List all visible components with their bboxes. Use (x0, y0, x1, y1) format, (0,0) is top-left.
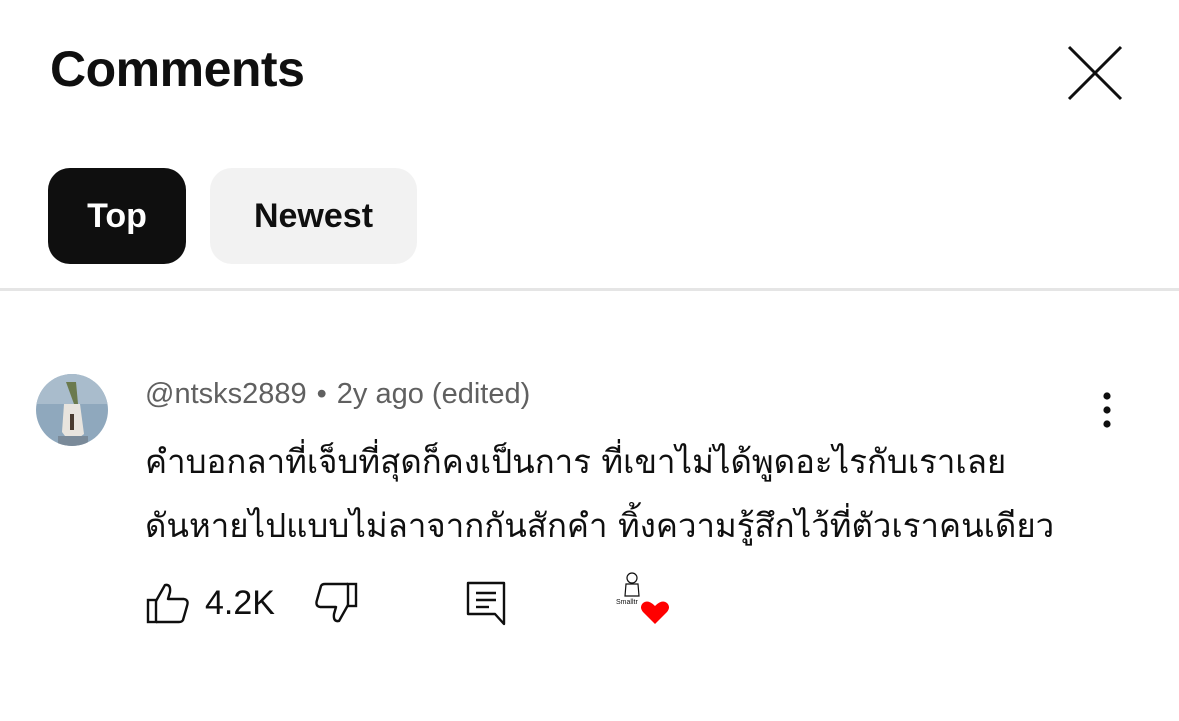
thumbs-up-icon (146, 583, 189, 624)
comments-header: Comments (0, 0, 1179, 150)
avatar[interactable] (36, 374, 108, 446)
author-handle[interactable]: @ntsks2889 (145, 378, 307, 410)
comment-age: 2y ago (edited) (336, 378, 531, 410)
page-title: Comments (50, 41, 305, 97)
more-button[interactable] (1090, 386, 1124, 434)
comment-meta: @ntsks2889 • 2y ago (edited) (145, 378, 530, 411)
chip-top[interactable]: Top (48, 168, 186, 264)
comment-actions: 4.2K Smalltr (0, 572, 1179, 640)
reply-button[interactable] (465, 580, 507, 626)
svg-text:Smalltr: Smalltr (616, 599, 638, 606)
thumbs-down-icon (315, 582, 358, 623)
like-count: 4.2K (205, 584, 275, 622)
comment-item: @ntsks2889 • 2y ago (edited) คำบอกลาที่เจ็… (0, 370, 1179, 670)
like-button[interactable] (145, 580, 191, 626)
creator-heart-badge: Smalltr (612, 566, 674, 628)
chip-newest[interactable]: Newest (210, 168, 417, 264)
heart-icon (641, 601, 669, 624)
comment-icon (466, 581, 506, 626)
avatar-image (36, 374, 108, 446)
close-icon (1067, 45, 1123, 101)
divider (0, 288, 1179, 291)
sort-filter-chips: Top Newest (48, 168, 417, 264)
dislike-button[interactable] (313, 580, 359, 626)
more-vertical-icon (1103, 392, 1111, 428)
close-button[interactable] (1060, 38, 1132, 110)
comment-text-line: คำบอกลาที่เจ็บที่สุดก็คงเป็นการ ที่เขาไม… (145, 442, 1007, 481)
comment-text: คำบอกลาที่เจ็บที่สุดก็คงเป็นการ ที่เขาไม… (145, 430, 1105, 558)
meta-separator: • (316, 378, 327, 410)
comment-text-line: ดันหายไปแบบไม่ลาจากกันสักคำ ทิ้งความรู้ส… (145, 506, 1055, 545)
creator-avatar-icon: Smalltr (616, 572, 669, 624)
